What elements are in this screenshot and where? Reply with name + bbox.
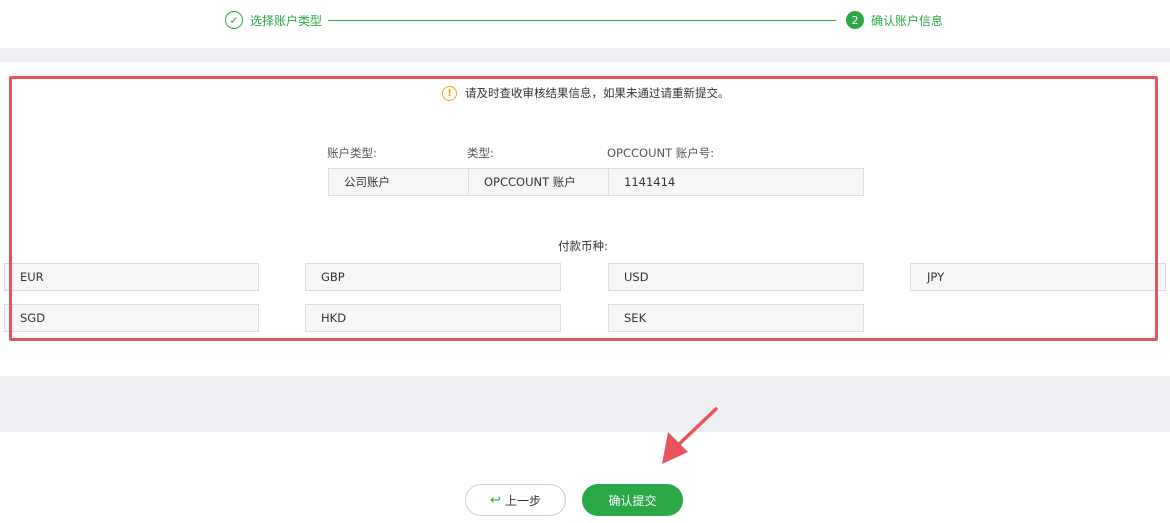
confirm-submit-button[interactable]: 确认提交 bbox=[582, 484, 683, 516]
previous-step-label: 上一步 bbox=[504, 493, 541, 508]
annotation-arrow-icon bbox=[662, 407, 718, 464]
back-arrow-icon: ↩ bbox=[490, 492, 501, 508]
previous-step-button[interactable]: ↩ 上一步 bbox=[465, 484, 566, 516]
